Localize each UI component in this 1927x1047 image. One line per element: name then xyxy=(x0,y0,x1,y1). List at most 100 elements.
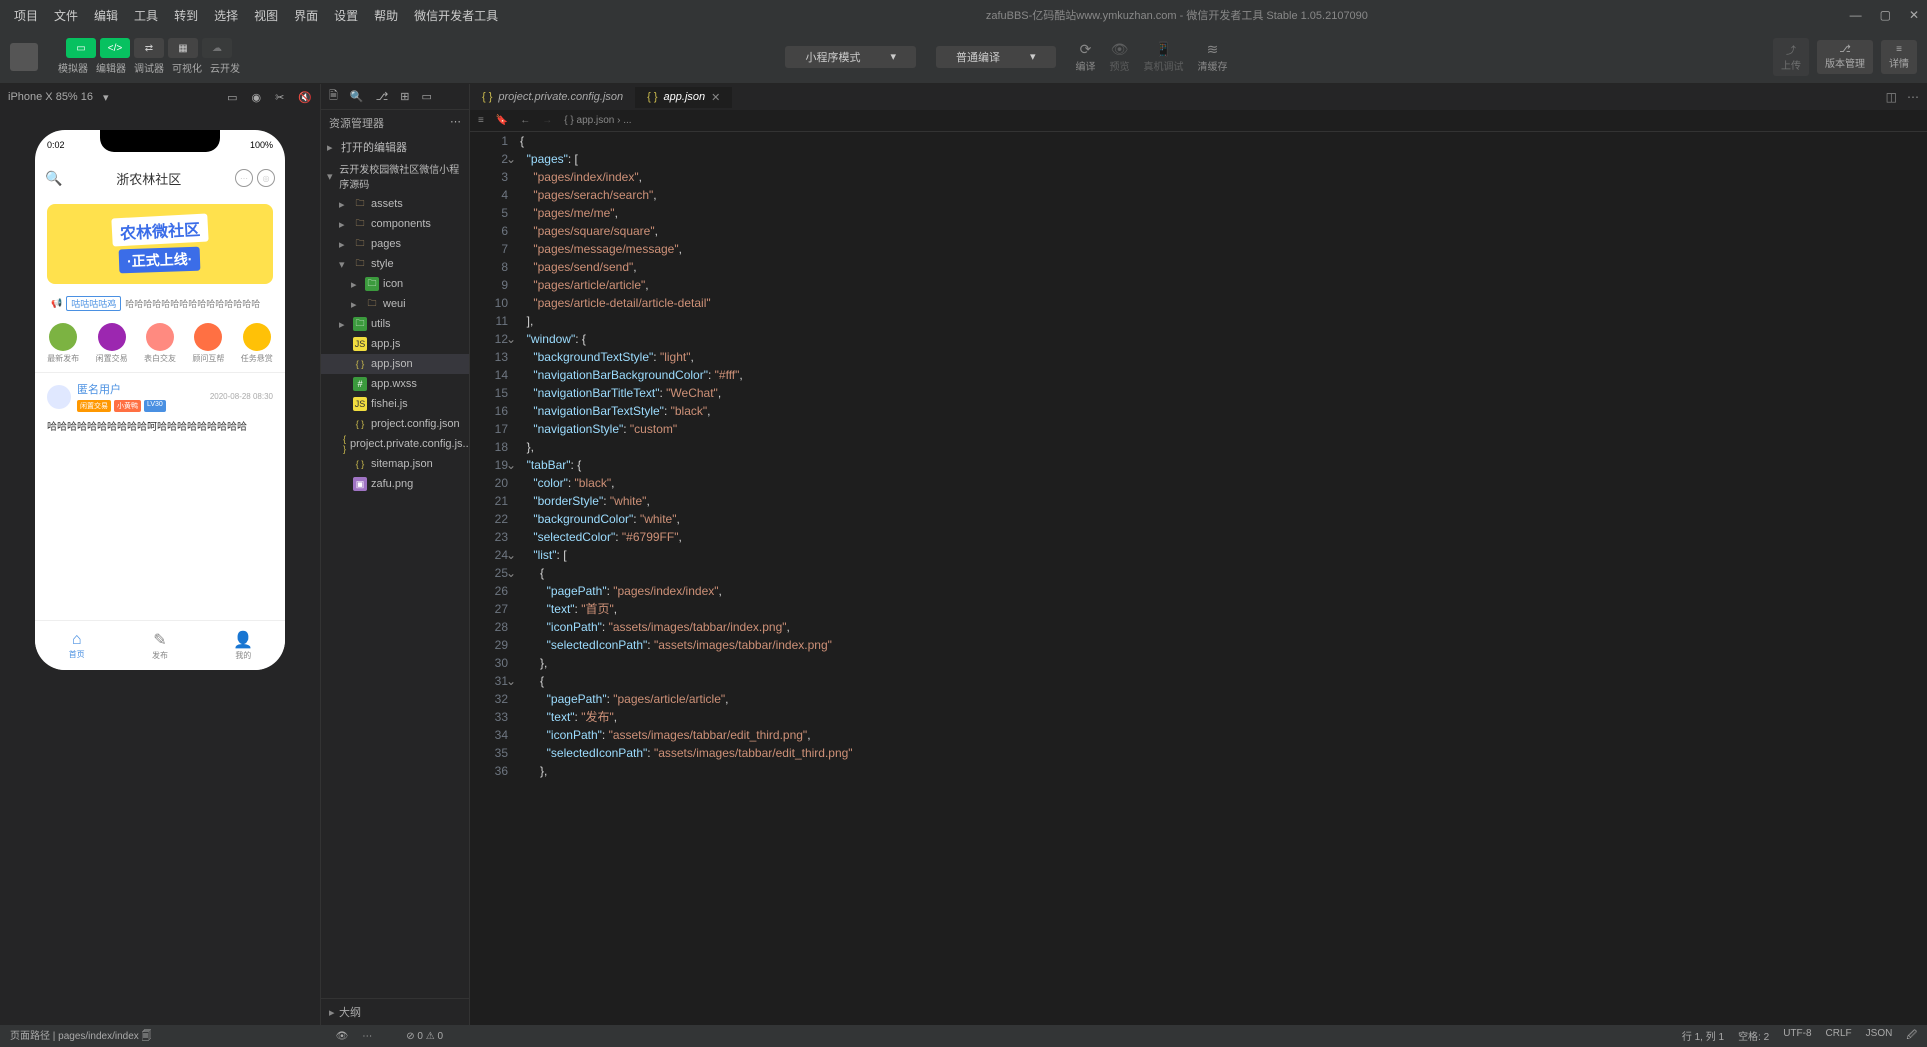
tree-item[interactable]: { }project.config.json xyxy=(321,414,469,434)
notice-bar[interactable]: 📢咕咕咕咕鸡哈哈哈哈哈哈哈哈哈哈哈哈哈哈哈 xyxy=(47,292,273,315)
visual-toggle[interactable]: ▦ xyxy=(168,38,198,58)
user-avatar[interactable] xyxy=(10,43,38,71)
menu-界面[interactable]: 界面 xyxy=(288,3,324,28)
explorer-file-icon[interactable]: 🗎 xyxy=(329,87,338,106)
debugger-toggle[interactable]: ⇄ xyxy=(134,38,164,58)
more-icon[interactable]: ⋯ xyxy=(362,1031,372,1042)
banner[interactable]: 农林微社区 ·正式上线· xyxy=(47,204,273,284)
cut-icon[interactable]: ✂ xyxy=(275,91,284,104)
program-mode-dropdown[interactable]: 小程序模式▾ xyxy=(785,46,916,68)
tree-item[interactable]: #app.wxss xyxy=(321,374,469,394)
preview-icon[interactable]: 👁 xyxy=(336,1031,349,1042)
menu-文件[interactable]: 文件 xyxy=(48,3,84,28)
eol[interactable]: CRLF xyxy=(1826,1028,1852,1045)
device-selector[interactable]: iPhone X 85% 16 xyxy=(8,91,93,103)
compile-button[interactable]: ⟳编译 xyxy=(1076,41,1096,73)
compile-mode-dropdown[interactable]: 普通编译▾ xyxy=(936,46,1056,68)
category-row: 最新发布闲置交易表白交友顾问互帮任务悬赏 xyxy=(35,315,285,372)
category-item[interactable]: 闲置交易 xyxy=(96,323,128,364)
details-button[interactable]: ≡详情 xyxy=(1881,40,1917,74)
post-item[interactable]: 匿名用户 闲置交易小黄鸭LV30 2020-08-28 08:30 哈哈哈哈哈哈… xyxy=(35,372,285,441)
capsule-close[interactable]: ◎ xyxy=(257,169,275,187)
crumb-fwd-icon[interactable]: → xyxy=(542,115,552,126)
upload-button[interactable]: ⤴上传 xyxy=(1773,38,1809,76)
remote-debug-button[interactable]: 📱真机调试 xyxy=(1144,41,1184,73)
close-icon[interactable]: ✕ xyxy=(1909,8,1919,22)
menu-选择[interactable]: 选择 xyxy=(208,3,244,28)
record-icon[interactable]: ◉ xyxy=(251,91,261,104)
tree-item[interactable]: ▾🗀style xyxy=(321,254,469,274)
menu-微信开发者工具[interactable]: 微信开发者工具 xyxy=(408,3,504,28)
category-item[interactable]: 最新发布 xyxy=(47,323,79,364)
explorer-more-icon[interactable]: ▭ xyxy=(421,90,431,103)
post-avatar xyxy=(47,385,71,409)
section-project-root[interactable]: ▾云开发校园微社区微信小程序源码 xyxy=(321,158,469,194)
editor-toggle[interactable]: </> xyxy=(100,38,130,58)
crumb-bookmark-icon[interactable]: 🔖 xyxy=(496,115,508,126)
explorer-branch-icon[interactable]: ⎇ xyxy=(376,90,389,103)
explorer-box-icon[interactable]: ⊞ xyxy=(400,90,409,103)
breadcrumb[interactable]: { } app.json › ... xyxy=(564,115,631,126)
phone-simulator[interactable]: 0:02100% 🔍 浙农林社区 ⋯◎ 农林微社区 ·正式上线· 📢咕咕咕咕鸡哈… xyxy=(35,130,285,670)
language[interactable]: JSON xyxy=(1866,1028,1893,1045)
minimize-icon[interactable]: — xyxy=(1850,8,1862,22)
phone-notch xyxy=(100,130,220,152)
tree-item[interactable]: JSfishei.js xyxy=(321,394,469,414)
menu-视图[interactable]: 视图 xyxy=(248,3,284,28)
window-title: zafuBBS-亿码酷站www.ymkuzhan.com - 微信开发者工具 S… xyxy=(504,7,1849,23)
menu-设置[interactable]: 设置 xyxy=(328,3,364,28)
tree-item[interactable]: { }app.json xyxy=(321,354,469,374)
clear-cache-button[interactable]: ≋清缓存 xyxy=(1198,41,1228,73)
tree-item[interactable]: { }project.private.config.js... xyxy=(321,434,469,454)
category-item[interactable]: 表白交友 xyxy=(144,323,176,364)
explorer-menu-icon[interactable]: ⋯ xyxy=(450,115,461,131)
category-item[interactable]: 任务悬赏 xyxy=(241,323,273,364)
preview-button[interactable]: 👁预览 xyxy=(1110,41,1130,73)
section-open-editors[interactable]: ▸打开的编辑器 xyxy=(321,136,469,158)
editor-tab[interactable]: { }app.json✕ xyxy=(635,87,732,108)
rotate-icon[interactable]: ▭ xyxy=(227,91,237,104)
menu-转到[interactable]: 转到 xyxy=(168,3,204,28)
encoding[interactable]: UTF-8 xyxy=(1783,1028,1811,1045)
tree-item[interactable]: ▸🗀assets xyxy=(321,194,469,214)
tree-item[interactable]: ▸🗀components xyxy=(321,214,469,234)
tabbar-item[interactable]: ✎发布 xyxy=(118,621,201,670)
cursor-position[interactable]: 行 1, 列 1 xyxy=(1682,1028,1724,1045)
code-editor: { }project.private.config.json{ }app.jso… xyxy=(470,84,1927,1025)
menu-项目[interactable]: 项目 xyxy=(8,3,44,28)
version-button[interactable]: ⎇版本管理 xyxy=(1817,40,1873,74)
tree-item[interactable]: ▸🗀utils xyxy=(321,314,469,334)
search-icon[interactable]: 🔍 xyxy=(45,170,62,187)
crumb-back-icon[interactable]: ← xyxy=(520,115,530,126)
editor-more-icon[interactable]: ⋯ xyxy=(1907,90,1919,104)
problems[interactable]: ⊘ 0 ⚠ 0 xyxy=(406,1031,443,1042)
capsule-menu[interactable]: ⋯ xyxy=(235,169,253,187)
tabbar-item[interactable]: ⌂首页 xyxy=(35,621,118,670)
tree-item[interactable]: { }sitemap.json xyxy=(321,454,469,474)
mute-icon[interactable]: 🔇 xyxy=(298,91,312,104)
toolbar: ▭ </> ⇄ ▦ ☁ 模拟器编辑器调试器可视化云开发 小程序模式▾ 普通编译▾… xyxy=(0,30,1927,84)
indent-info[interactable]: 空格: 2 xyxy=(1738,1028,1769,1045)
maximize-icon[interactable]: ▢ xyxy=(1880,8,1891,22)
tree-item[interactable]: ▸🗀weui xyxy=(321,294,469,314)
simulator-toggle[interactable]: ▭ xyxy=(66,38,96,58)
outline-section[interactable]: ▸大纲 xyxy=(321,998,469,1025)
tree-item[interactable]: ▣zafu.png xyxy=(321,474,469,494)
crumb-outline-icon[interactable]: ≡ xyxy=(478,115,484,126)
editor-tab[interactable]: { }project.private.config.json xyxy=(470,87,635,107)
menu-工具[interactable]: 工具 xyxy=(128,3,164,28)
menu-帮助[interactable]: 帮助 xyxy=(368,3,404,28)
tree-item[interactable]: JSapp.js xyxy=(321,334,469,354)
page-path[interactable]: 页面路径 | pages/index/index 🗐 xyxy=(10,1027,152,1046)
tabbar-item[interactable]: 👤我的 xyxy=(202,621,285,670)
tree-item[interactable]: ▸🗀icon xyxy=(321,274,469,294)
code-area[interactable]: 12⌄3456789101112⌄13141516171819⌄20212223… xyxy=(470,132,1927,1025)
category-item[interactable]: 顾问互帮 xyxy=(192,323,224,364)
menu-编辑[interactable]: 编辑 xyxy=(88,3,124,28)
explorer-search-icon[interactable]: 🔍 xyxy=(350,90,364,103)
split-editor-icon[interactable]: ◫ xyxy=(1886,90,1897,104)
tab-close-icon[interactable]: ✕ xyxy=(711,91,720,104)
tree-item[interactable]: ▸🗀pages xyxy=(321,234,469,254)
cloud-toggle[interactable]: ☁ xyxy=(202,38,232,58)
feedback-icon[interactable]: 🖉 xyxy=(1906,1028,1917,1045)
